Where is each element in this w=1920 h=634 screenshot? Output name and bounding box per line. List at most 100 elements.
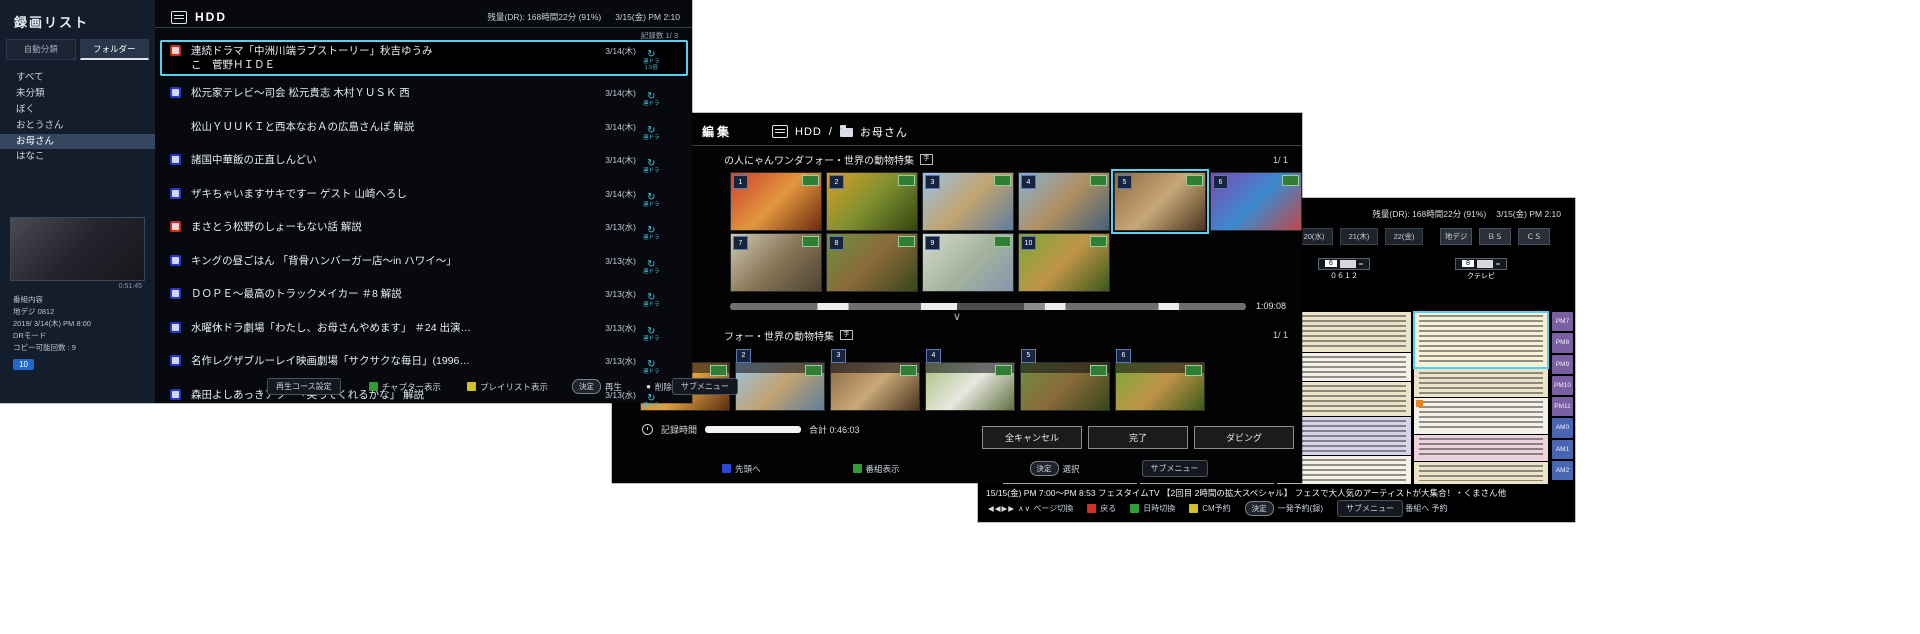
- chapter-thumbnail[interactable]: 3: [830, 362, 920, 411]
- chapter-display-hint[interactable]: チャプター表示: [369, 381, 441, 393]
- cm-reserve-hint[interactable]: CM予約: [1189, 503, 1230, 514]
- scene-thumbnail[interactable]: 9: [922, 233, 1014, 292]
- chapter-thumbnail[interactable]: 5: [1020, 362, 1110, 411]
- marker-badge: [900, 365, 917, 376]
- delete-hint[interactable]: ●削除: [646, 381, 672, 393]
- scene-number-badge: 7: [733, 236, 748, 250]
- recording-list-row[interactable]: まさとう松野のしょーもない話 解説 3/13(水) ↻ 連ドラ: [160, 217, 688, 245]
- network-tab[interactable]: ＣＳ: [1518, 228, 1550, 245]
- scene-thumbnail[interactable]: 7: [730, 233, 822, 292]
- channel-header[interactable]: 8 クテレビ: [1414, 252, 1548, 281]
- timeline-bar[interactable]: [730, 303, 1246, 310]
- recording-list-row[interactable]: キングの昼ごはん 「背骨ハンバーガー店～in ハワイ～」 3/13(水) ↻ 連…: [160, 251, 688, 279]
- marker-badge: [898, 236, 915, 247]
- network-tab[interactable]: ＢＳ: [1479, 228, 1511, 245]
- recording-list-header: HDD 残量(DR): 168時間22分 (91%) 3/15(金) PM 2:…: [155, 0, 692, 28]
- chevron-down-icon[interactable]: ∨: [612, 314, 1302, 322]
- serial-recording-label: 連ドラ: [643, 236, 660, 242]
- time-label: PM9: [1552, 355, 1573, 374]
- recording-list-row[interactable]: 松元家テレビ～司会 松元貴志 木村ＹＵＳＫ 西 3/14(木) ↻ 連ドラ: [160, 83, 688, 111]
- scene-thumbnail[interactable]: 10: [1018, 233, 1110, 292]
- epg-program-cell[interactable]: [1414, 369, 1548, 397]
- recording-list-row[interactable]: 水曜休ドラ劇場「わたし、お母さんやめます」 ＃24 出演… 3/13(水) ↻ …: [160, 318, 688, 346]
- serial-recording-label: 連ドラ: [643, 337, 660, 343]
- recording-meta: 3/14(木) ↻ 連ドラ: [592, 86, 684, 108]
- folder-item[interactable]: はなこ: [0, 149, 155, 165]
- play-course-button[interactable]: 再生コース設定: [267, 378, 341, 395]
- device-label: HDD: [195, 10, 227, 24]
- recording-list-screen: 録画リスト 自動分類フォルダー すべて未分類ぼくおとうさんお母さんはなこ 0:5…: [0, 0, 692, 403]
- edit-action-buttons: 全キャンセル完了ダビング: [982, 426, 1294, 449]
- epg-program-cell[interactable]: [1414, 462, 1548, 484]
- submenu-button[interactable]: サブメニュー: [672, 378, 738, 395]
- edit-title: 編集: [702, 123, 732, 140]
- network-tab[interactable]: 地デジ: [1440, 228, 1472, 245]
- chapter-thumbnail[interactable]: 6: [1115, 362, 1205, 411]
- folder-item[interactable]: すべて: [0, 70, 155, 86]
- folder-item[interactable]: おとうさん: [0, 118, 155, 134]
- capacity-remaining: 残量(DR): 168時間22分 (91%): [1372, 208, 1486, 220]
- program-title-block: 連続ドラマ「中洲川端ラブストーリー」秋吉ゆうみ こ 菅野ＨＩＤＥ: [191, 44, 592, 72]
- folder-item[interactable]: 未分類: [0, 86, 155, 102]
- playlist-display-hint[interactable]: プレイリスト表示: [467, 381, 548, 393]
- epg-program-cell[interactable]: [1414, 312, 1548, 368]
- folder-mode-tab[interactable]: フォルダー: [80, 39, 150, 60]
- scene-number-badge: 5: [1117, 175, 1132, 189]
- program-title-block: ＤＯＰＥ～最高のトラックメイカー ＃8 解説: [191, 287, 592, 301]
- program-status-icon: [170, 154, 181, 165]
- quick-reserve-hint[interactable]: 決定一発予約(録): [1245, 501, 1323, 516]
- date-tab[interactable]: 21(木): [1340, 228, 1378, 245]
- scene-thumbnail[interactable]: 2: [826, 172, 918, 231]
- program-reserve-hint[interactable]: サブメニュー 番組へ 予約: [1337, 500, 1447, 517]
- edit-action-button[interactable]: 全キャンセル: [982, 426, 1082, 449]
- back-label: 戻る: [1100, 503, 1116, 514]
- select-hint[interactable]: 決定選択: [1030, 461, 1080, 476]
- scene-thumbnail[interactable]: 4: [1018, 172, 1110, 231]
- scene-thumbnail[interactable]: 6: [1210, 172, 1302, 231]
- program-section-title-row: の人にゃんワンダフォー・世界の動物特集 字 1/ 1: [612, 146, 1302, 170]
- epg-program-cell[interactable]: [1414, 398, 1548, 434]
- recording-date: 3/13(水): [592, 288, 636, 300]
- date-tab[interactable]: 22(金): [1385, 228, 1423, 245]
- edit-header: 編集 HDD / お母さん: [612, 113, 1302, 146]
- recording-list-row[interactable]: 諸国中華飯の正直しんどい 3/14(木) ↻ 連ドラ: [160, 150, 688, 178]
- submenu-button[interactable]: サブメニュー: [1142, 460, 1208, 477]
- ok-key-icon: 決定: [572, 379, 601, 394]
- desktop-canvas: 録画リスト 自動分類フォルダー すべて未分類ぼくおとうさんお母さんはなこ 0:5…: [0, 0, 1920, 634]
- serial-recording-icon: ↻ 連ドラ: [643, 226, 660, 242]
- epg-program-cell[interactable]: [1414, 435, 1548, 461]
- folder-mode-tab[interactable]: 自動分類: [6, 39, 76, 60]
- edit-action-button[interactable]: 完了: [1088, 426, 1188, 449]
- channel-id-box: 6: [1318, 258, 1370, 270]
- recording-list-row[interactable]: 松山ＹＵＵＫＩと西本なおＡの広島さんぽ 解説 3/14(木) ↻ 連ドラ: [160, 117, 688, 145]
- chapter-thumbnail[interactable]: 4: [925, 362, 1015, 411]
- play-hint[interactable]: 決定再生: [572, 379, 622, 394]
- folder-item[interactable]: お母さん: [0, 134, 155, 150]
- recording-list-row[interactable]: ＤＯＰＥ～最高のトラックメイカー ＃8 解説 3/13(水) ↻ 連ドラ: [160, 284, 688, 312]
- scene-thumbnail[interactable]: 3: [922, 172, 1014, 231]
- folder-item[interactable]: ぼく: [0, 102, 155, 118]
- recording-meta: 3/13(水) ↻ 連ドラ: [592, 254, 684, 276]
- marker-badge: [1090, 365, 1107, 376]
- edit-screen: 編集 HDD / お母さん の人にゃんワンダフォー・世界の動物特集 字 1/ 1…: [612, 113, 1302, 483]
- program-status-icon: [170, 255, 181, 266]
- scene-thumbnail[interactable]: 8: [826, 233, 918, 292]
- scene-thumbnail[interactable]: 1: [730, 172, 822, 231]
- chapter-thumbnail[interactable]: 2: [735, 362, 825, 411]
- recording-date: 3/13(水): [592, 255, 636, 267]
- go-first-hint[interactable]: 先頭へ: [722, 463, 761, 475]
- serial-recording-label: 連ドラ: [643, 102, 660, 108]
- recording-list-row[interactable]: ザキちゃいますサキですー ゲスト 山崎へろし 3/14(木) ↻ 連ドラ: [160, 184, 688, 212]
- datetime-switch-label: 日時切換: [1143, 503, 1175, 514]
- clock: 3/15(金) PM 2:10: [1496, 208, 1561, 220]
- scene-thumbnail[interactable]: 5: [1114, 172, 1206, 231]
- recording-meta: 3/13(水) ↻ 連ドラ: [592, 287, 684, 309]
- back-hint[interactable]: 戻る: [1087, 503, 1116, 514]
- page-switch-hint[interactable]: ◀◀▶▶ ∧∨ ページ切換: [988, 503, 1073, 514]
- recording-list-row[interactable]: 名作レグザブルーレイ映画劇場「サクサクな毎日」(1996… 3/13(水) ↻ …: [160, 351, 688, 379]
- edit-action-button[interactable]: ダビング: [1194, 426, 1294, 449]
- recording-list-row[interactable]: 連続ドラマ「中洲川端ラブストーリー」秋吉ゆうみ こ 菅野ＨＩＤＥ 3/14(木)…: [160, 40, 688, 76]
- program-display-hint[interactable]: 番組表示: [853, 463, 900, 475]
- datetime-switch-hint[interactable]: 日時切換: [1130, 503, 1175, 514]
- folder-list: すべて未分類ぼくおとうさんお母さんはなこ: [0, 70, 155, 165]
